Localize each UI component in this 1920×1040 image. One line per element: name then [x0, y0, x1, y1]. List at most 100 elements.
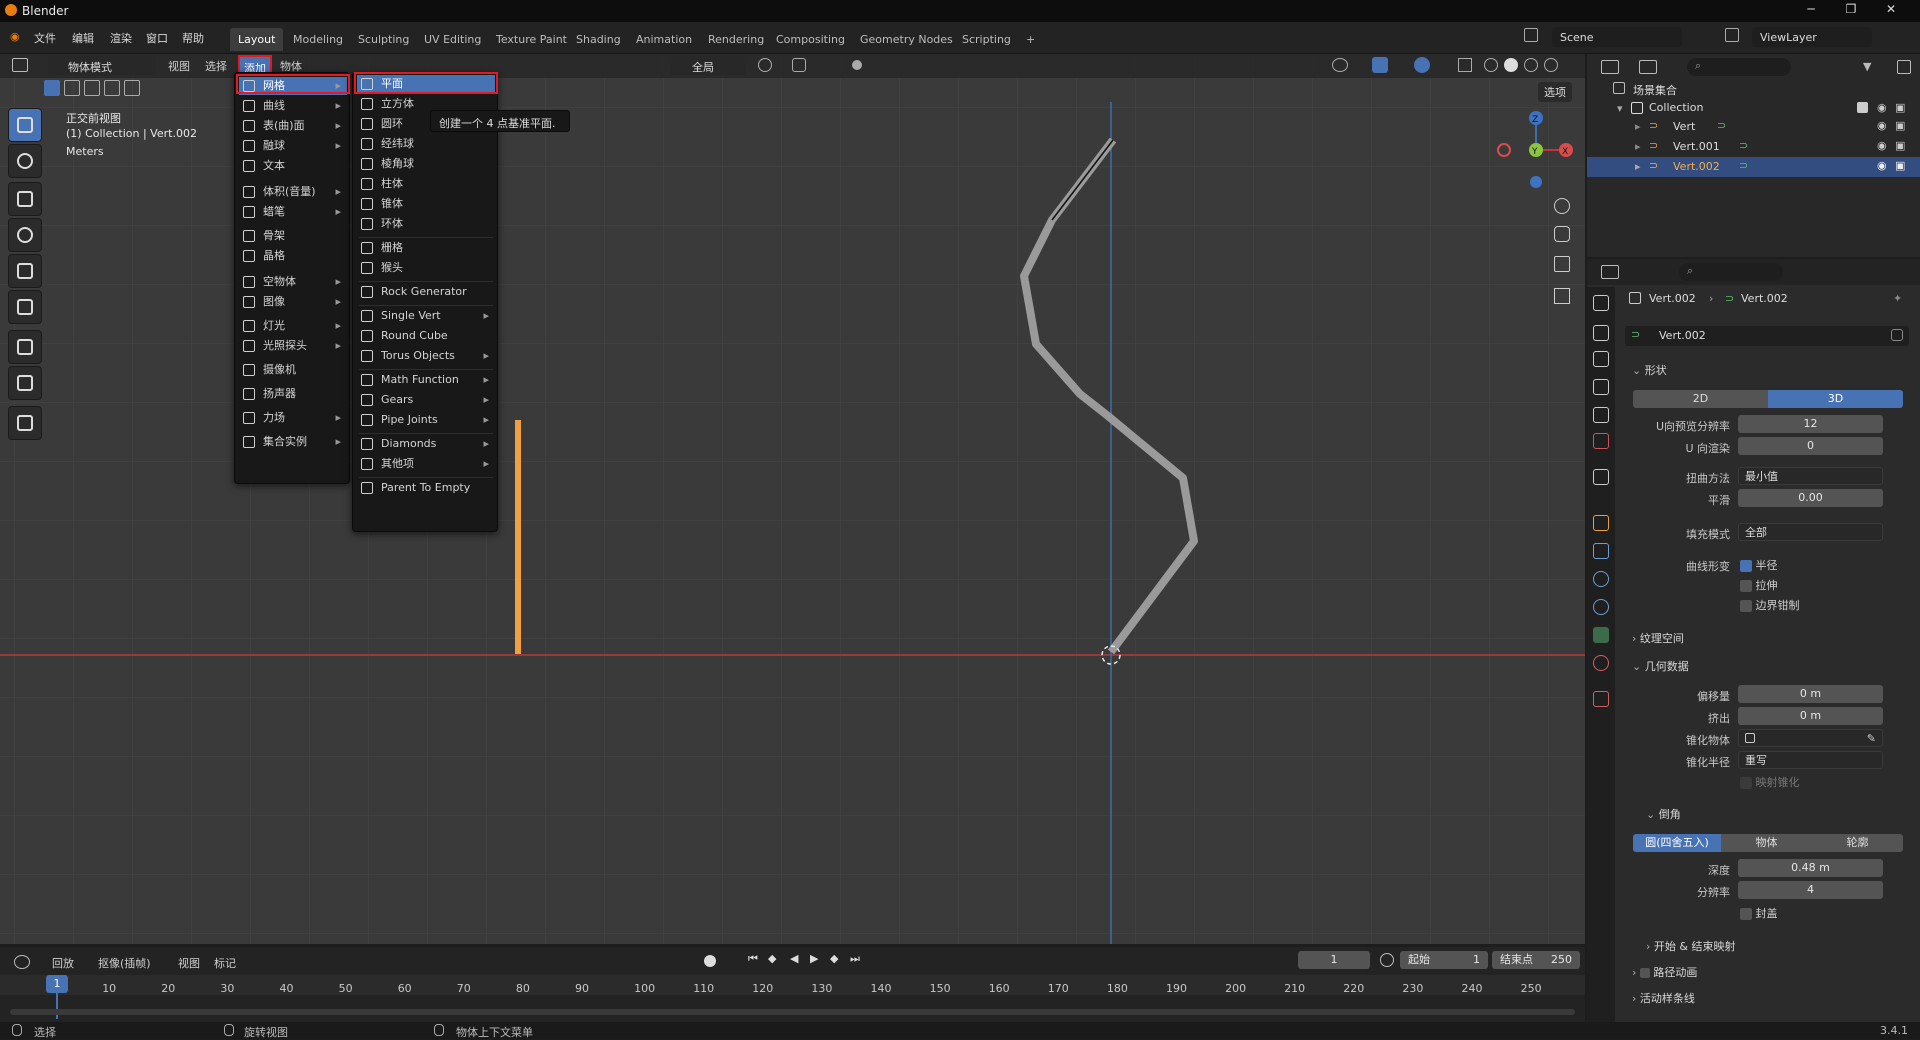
add-menu-item-text[interactable]: 文本 — [239, 157, 347, 175]
tool-select-box[interactable] — [8, 108, 42, 142]
filter-icon[interactable]: ▼ — [1863, 60, 1871, 73]
clamp-checkbox[interactable]: 边界钳制 — [1740, 597, 1860, 613]
menu-marker[interactable]: 标记 — [214, 955, 236, 971]
mesh-item-7[interactable]: 环体 — [357, 215, 495, 233]
expand-arrow-icon[interactable]: ▸ — [1635, 140, 1641, 153]
bevel-profile-button[interactable]: 轮廓 — [1812, 834, 1903, 852]
select-new-icon[interactable] — [44, 80, 60, 96]
add-menu-item-surface[interactable]: 表(曲)面 ▸ — [239, 117, 347, 135]
tool-scale[interactable] — [8, 254, 42, 288]
select-intersect-icon[interactable] — [124, 80, 140, 96]
add-workspace-button[interactable]: + — [1018, 28, 1043, 51]
properties-type-icon[interactable] — [1601, 265, 1619, 279]
properties-search-input[interactable]: ⌕ — [1679, 263, 1783, 281]
u-render-field[interactable]: 0 — [1738, 437, 1883, 455]
tool-move[interactable] — [8, 182, 42, 216]
add-menu-item-curve[interactable]: 曲线 ▸ — [239, 97, 347, 115]
add-menu-item-light[interactable]: 灯光 ▸ — [239, 317, 347, 335]
mesh-item-11[interactable]: Single Vert ▸ — [357, 307, 495, 325]
tab-modeling[interactable]: Modeling — [285, 28, 351, 51]
scene-selector[interactable]: Scene — [1552, 27, 1682, 47]
mode-2d-button[interactable]: 2D — [1633, 390, 1768, 408]
bevel-round-button[interactable]: 圆(四舍五入) — [1633, 834, 1721, 852]
pivot-icon[interactable] — [758, 58, 772, 72]
curve-data-tab-icon[interactable] — [1593, 627, 1609, 643]
tab-compositing[interactable]: Compositing — [768, 28, 853, 51]
clock-icon[interactable] — [1380, 953, 1394, 967]
restore-icon[interactable]: ❐ — [1831, 2, 1871, 20]
camera-icon[interactable]: ▣ — [1895, 139, 1905, 152]
eyedropper-icon[interactable]: ✎ — [1867, 730, 1876, 747]
add-menu-item-speaker[interactable]: 扬声器 — [239, 385, 347, 403]
radius-checkbox[interactable]: 半径 — [1740, 557, 1860, 573]
gizmo-icon[interactable] — [1372, 57, 1388, 73]
tab-scripting[interactable]: Scripting — [954, 28, 1019, 51]
eye-icon[interactable]: ◉ — [1877, 101, 1887, 114]
offset-field[interactable]: 0 m — [1738, 685, 1883, 703]
play-reverse-icon[interactable]: ◀ — [790, 952, 798, 965]
rendered-shading-icon[interactable] — [1544, 58, 1558, 72]
eye-icon[interactable]: ◉ — [1877, 159, 1887, 172]
eye-icon[interactable]: ◉ — [1877, 119, 1887, 132]
add-menu-item-grease-pencil[interactable]: 蜡笔 ▸ — [239, 203, 347, 221]
overlay-icon[interactable] — [1414, 57, 1430, 73]
fill-dropdown[interactable]: 全部 — [1738, 523, 1883, 541]
mesh-item-13[interactable]: Torus Objects ▸ — [357, 347, 495, 365]
render-tab-icon[interactable] — [1593, 325, 1609, 341]
tab-texture-paint[interactable]: Texture Paint — [488, 28, 575, 51]
output-tab-icon[interactable] — [1593, 351, 1609, 367]
collection-expand-icon[interactable]: ▾ — [1617, 102, 1623, 115]
section-active-spline[interactable]: › 活动样条线 — [1632, 990, 1695, 1006]
tool-transform[interactable] — [8, 290, 42, 324]
map-taper-checkbox[interactable]: 映射锥化 — [1740, 774, 1880, 790]
navigation-gizmo[interactable]: Z X Y — [1496, 108, 1576, 188]
camera-icon[interactable]: ▣ — [1895, 159, 1905, 172]
extrude-field[interactable]: 0 m — [1738, 707, 1883, 725]
timeline-type-icon[interactable] — [14, 955, 30, 969]
mesh-item-17[interactable]: Diamonds ▸ — [357, 435, 495, 453]
fake-user-icon[interactable] — [1891, 329, 1903, 341]
stretch-checkbox[interactable]: 拉伸 — [1740, 577, 1860, 593]
new-collection-icon[interactable] — [1897, 60, 1911, 74]
tool-tab-icon[interactable] — [1593, 295, 1609, 311]
texture-tab-icon[interactable] — [1593, 691, 1609, 707]
start-frame-field[interactable]: 起始 1 — [1400, 951, 1488, 969]
menu-keying[interactable]: 抠像(插帧) — [98, 955, 151, 971]
wireframe-shading-icon[interactable] — [1484, 58, 1498, 72]
tab-geometry-nodes[interactable]: Geometry Nodes — [852, 28, 961, 51]
outliner-row-vert[interactable]: ▸ ⊃ Vert ⊃ ◉ ▣ — [1587, 117, 1920, 137]
tool-add-cube[interactable] — [8, 406, 42, 440]
end-frame-field[interactable]: 结束点 250 — [1492, 951, 1580, 969]
taper-object-field[interactable]: ✎ — [1738, 729, 1883, 747]
tab-shading[interactable]: Shading — [568, 28, 629, 51]
menu-render[interactable]: 渲染 — [110, 30, 132, 46]
proportional-edit-icon[interactable] — [852, 60, 862, 70]
jump-end-icon[interactable]: ⏭ — [850, 952, 860, 966]
section-bevel[interactable]: ⌄ 倒角 — [1646, 806, 1681, 822]
add-menu-item-image[interactable]: 图像 ▸ — [239, 293, 347, 311]
view-layer-tab-icon[interactable] — [1593, 379, 1609, 395]
menu-select[interactable]: 选择 — [205, 58, 227, 74]
depth-field[interactable]: 0.48 m — [1738, 859, 1883, 877]
physics-tab-icon[interactable] — [1593, 571, 1609, 587]
mesh-item-10[interactable]: Rock Generator — [357, 283, 495, 301]
select-invert-icon[interactable] — [104, 80, 120, 96]
add-menu-item-metaball[interactable]: 融球 ▸ — [239, 137, 347, 155]
snap-icon[interactable] — [792, 58, 806, 72]
section-start-end[interactable]: › 开始 & 结束映射 — [1646, 938, 1735, 954]
collection-tab-icon[interactable] — [1593, 469, 1609, 485]
menu-edit[interactable]: 编辑 — [72, 30, 94, 46]
mesh-item-18[interactable]: 其他项 ▸ — [357, 455, 495, 473]
playhead[interactable]: 1 — [46, 975, 68, 993]
prev-keyframe-icon[interactable]: ◆ — [768, 952, 776, 965]
scene-tab-icon[interactable] — [1593, 407, 1609, 423]
camera-icon[interactable]: ▣ — [1895, 101, 1905, 114]
add-menu-item-volume[interactable]: 体积(音量) ▸ — [239, 183, 347, 201]
section-path-animation[interactable]: › 路径动画 — [1632, 964, 1697, 980]
taper-radius-dropdown[interactable]: 重写 — [1738, 751, 1883, 769]
add-menu-item-light-probe[interactable]: 光照探头 ▸ — [239, 337, 347, 355]
collection-checkbox-icon[interactable] — [1857, 102, 1868, 113]
modifier-tab-icon[interactable] — [1593, 543, 1609, 559]
mesh-item-14[interactable]: Math Function ▸ — [357, 371, 495, 389]
mesh-item-12[interactable]: Round Cube — [357, 327, 495, 345]
